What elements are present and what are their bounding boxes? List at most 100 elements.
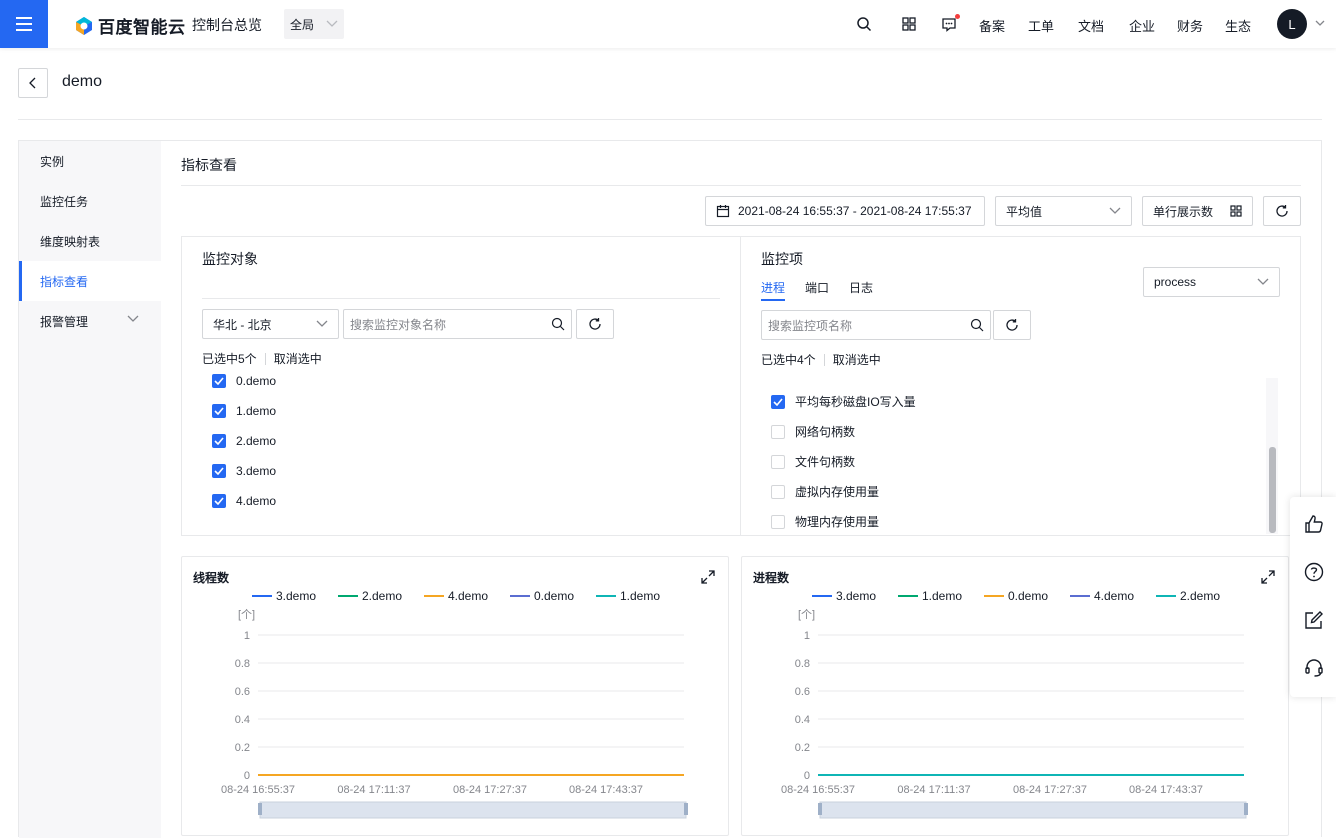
checkbox-checked[interactable] — [771, 394, 785, 409]
monitor-metric-panel: 监控项 进程 端口 日志 process 搜索监控项名称 已选中4个 取消选中 — [740, 236, 1301, 536]
metric-item-label: 平均每秒磁盘IO写入量 — [795, 395, 916, 409]
per-row-display-button[interactable]: 单行展示数 — [1142, 196, 1253, 226]
checkbox-checked[interactable] — [212, 404, 226, 418]
object-item[interactable]: 1.demo — [212, 404, 276, 418]
refresh-icon — [1276, 205, 1288, 217]
edit-feedback-icon[interactable] — [1304, 610, 1324, 630]
date-range-picker[interactable]: 2021-08-24 16:55:37 - 2021-08-24 17:55:3… — [705, 196, 985, 226]
tab-log[interactable]: 日志 — [849, 279, 873, 301]
metric-item-label: 文件句柄数 — [795, 455, 856, 469]
sidebar-item-dimension-map[interactable]: 维度映射表 — [19, 221, 161, 261]
menu-icon[interactable] — [0, 0, 48, 48]
checkbox-unchecked[interactable] — [771, 514, 785, 529]
checkbox-unchecked[interactable] — [771, 454, 785, 469]
metric-tabs: 进程 端口 日志 — [761, 279, 873, 301]
nav-link-docs[interactable]: 文档 — [1078, 16, 1104, 35]
sidebar-item-monitor-tasks[interactable]: 监控任务 — [19, 181, 161, 221]
object-item[interactable]: 2.demo — [212, 434, 276, 448]
x-tick-label: 08-24 17:27:37 — [1013, 784, 1087, 796]
object-item[interactable]: 3.demo — [212, 464, 276, 478]
page-title: demo — [62, 73, 103, 90]
y-tick-label: 0.2 — [795, 742, 810, 754]
region-select-value: 华北 - 北京 — [213, 317, 272, 332]
nav-link-filing[interactable]: 备案 — [979, 16, 1005, 35]
refresh-button[interactable] — [1263, 196, 1301, 226]
legend-label: 4.demo — [448, 589, 488, 603]
chevron-down-icon — [1257, 278, 1269, 285]
checkbox-checked[interactable] — [212, 434, 226, 448]
nav-link-enterprise[interactable]: 企业 — [1129, 16, 1155, 35]
legend-label: 0.demo — [1008, 589, 1048, 603]
message-icon[interactable] — [941, 16, 957, 32]
customer-service-icon[interactable] — [1304, 658, 1324, 678]
search-icon[interactable] — [970, 318, 984, 332]
nav-link-ecosystem[interactable]: 生态 — [1225, 16, 1251, 35]
search-icon[interactable] — [551, 317, 565, 331]
sidebar-item-alarm-management[interactable]: 报警管理 — [19, 301, 161, 341]
sidebar-item-metrics-view[interactable]: 指标查看 — [19, 261, 161, 301]
separator — [823, 353, 825, 366]
sidebar-item-instances[interactable]: 实例 — [19, 141, 161, 181]
chevron-down-icon — [1109, 207, 1121, 214]
clear-selection-link[interactable]: 取消选中 — [274, 350, 322, 367]
object-search-placeholder: 搜索监控对象名称 — [350, 317, 447, 332]
object-item[interactable]: 4.demo — [212, 494, 276, 508]
refresh-icon — [589, 318, 601, 330]
object-refresh-button[interactable] — [576, 309, 614, 339]
metric-item[interactable]: 网络句柄数 — [771, 423, 855, 440]
x-tick-label: 08-24 17:43:37 — [569, 784, 643, 796]
zoom-handle-right — [1244, 803, 1248, 815]
monitor-object-panel: 监控对象 华北 - 北京 搜索监控对象名称 已选中5个 取消选中 0.demo … — [181, 236, 741, 536]
grid-icon — [1230, 205, 1242, 217]
metric-item[interactable]: 虚拟内存使用量 — [771, 483, 879, 500]
x-tick-label: 08-24 17:43:37 — [1129, 784, 1203, 796]
nav-link-finance[interactable]: 财务 — [1177, 16, 1203, 35]
y-tick-label: 0.4 — [235, 714, 250, 726]
checkbox-checked[interactable] — [212, 464, 226, 478]
object-item[interactable]: 0.demo — [212, 374, 276, 388]
floating-toolbar — [1290, 497, 1336, 697]
chart-processes: 3.demo 1.demo 0.demo 4.demo 2.demo [个] 1 0.8 0.6… — [781, 589, 1248, 819]
y-tick-label: 0.6 — [235, 686, 250, 698]
tab-port[interactable]: 端口 — [805, 279, 829, 301]
tab-process[interactable]: 进程 — [761, 279, 786, 301]
legend-label: 3.demo — [276, 589, 316, 603]
y-tick-label: 0.2 — [235, 742, 250, 754]
console-overview-link[interactable]: 控制台总览 — [192, 15, 262, 35]
legend-label: 1.demo — [922, 589, 962, 603]
refresh-icon — [1006, 319, 1018, 331]
region-selector[interactable]: 全局 — [284, 9, 344, 39]
checkbox-checked[interactable] — [212, 374, 226, 388]
user-avatar[interactable]: L — [1277, 9, 1307, 39]
apps-grid-icon[interactable] — [901, 16, 917, 32]
object-search-input[interactable]: 搜索监控对象名称 — [343, 309, 572, 339]
statistic-select[interactable]: 平均值 — [995, 196, 1132, 226]
check-icon — [214, 377, 224, 385]
brand-name: 百度智能云 — [98, 18, 186, 37]
metric-item[interactable]: 平均每秒磁盘IO写入量 — [771, 393, 916, 410]
metric-item-label: 虚拟内存使用量 — [795, 485, 880, 499]
back-button[interactable] — [18, 68, 48, 98]
help-icon[interactable] — [1304, 562, 1324, 582]
metric-refresh-button[interactable] — [993, 310, 1031, 340]
thumbs-up-icon[interactable] — [1304, 514, 1324, 534]
y-axis-unit: [个] — [798, 608, 815, 621]
brand-logo[interactable]: 百度智能云 — [74, 13, 186, 38]
checkbox-checked[interactable] — [212, 494, 226, 508]
checkbox-unchecked[interactable] — [771, 424, 785, 439]
metric-item[interactable]: 文件句柄数 — [771, 453, 855, 470]
clear-selection-link[interactable]: 取消选中 — [833, 351, 881, 368]
nav-link-ticket[interactable]: 工单 — [1028, 16, 1054, 35]
y-tick-label: 0 — [244, 770, 250, 782]
region-select[interactable]: 华北 - 北京 — [202, 309, 339, 339]
legend-label: 2.demo — [362, 589, 402, 603]
metric-type-select[interactable]: process — [1143, 267, 1280, 297]
chevron-down-icon[interactable] — [1315, 19, 1325, 27]
checkbox-unchecked[interactable] — [771, 484, 785, 499]
check-icon — [214, 467, 224, 475]
scrollbar-thumb[interactable] — [1269, 447, 1276, 533]
metric-selection-info: 已选中4个 取消选中 — [761, 351, 881, 368]
metric-search-input[interactable]: 搜索监控项名称 — [761, 310, 991, 340]
search-icon[interactable] — [856, 16, 872, 32]
metric-item[interactable]: 物理内存使用量 — [771, 513, 879, 530]
